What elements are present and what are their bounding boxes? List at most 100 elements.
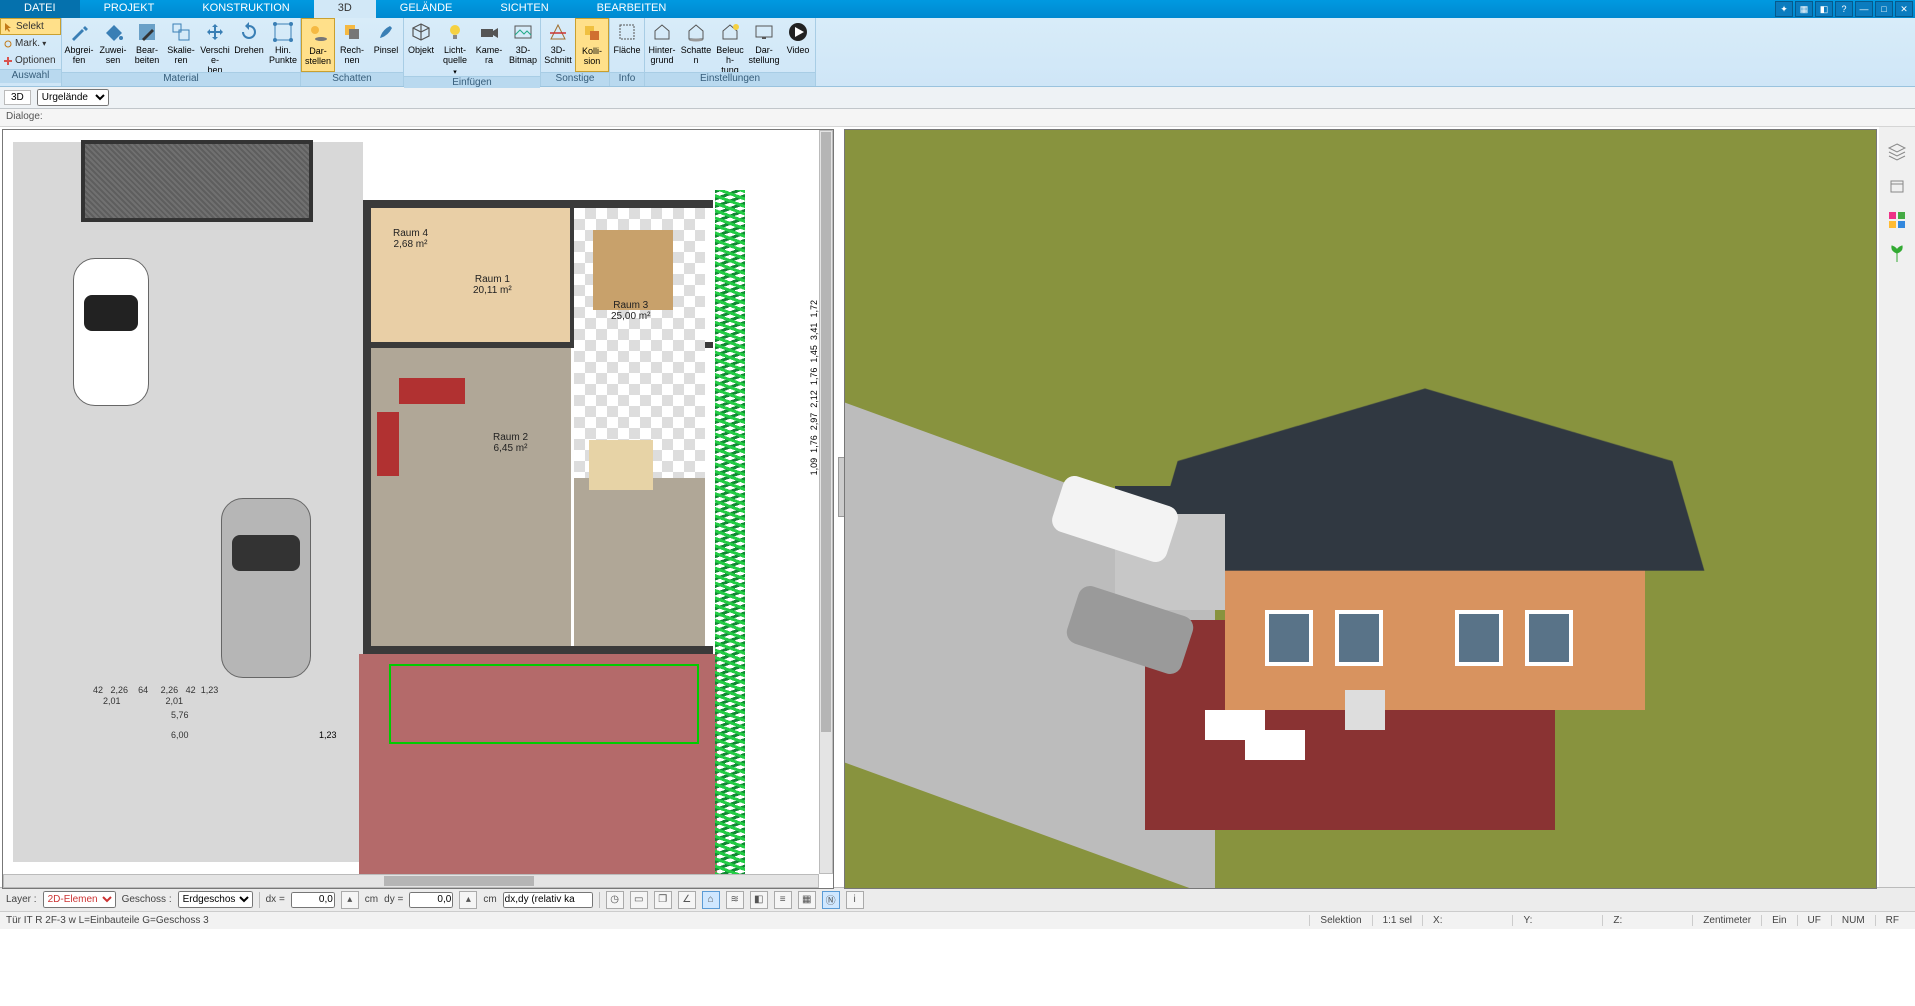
tool-angle[interactable]: ∠ xyxy=(678,891,696,909)
dx-input[interactable] xyxy=(291,892,335,908)
verschieben-label: Verschie-ben xyxy=(198,44,232,68)
objekt-button[interactable]: Objekt xyxy=(404,18,438,76)
menu-sichten[interactable]: SICHTEN xyxy=(476,0,572,18)
layers-icon[interactable] xyxy=(1886,141,1908,163)
dim-123b: 1,23 xyxy=(319,730,337,740)
h-scrollbar[interactable] xyxy=(3,874,819,888)
geschoss-select[interactable]: Erdgeschos xyxy=(178,891,253,908)
maximize-button[interactable]: □ xyxy=(1875,1,1893,17)
ribbon: Selekt Mark. Optionen Auswahl Abgrei-fen… xyxy=(0,18,1915,87)
tool-lines[interactable]: ≡ xyxy=(774,891,792,909)
floor-plan-house: Raum 42,68 m² Raum 120,11 m² Raum 325,00… xyxy=(363,150,803,870)
terrain-select[interactable]: Urgelände xyxy=(37,89,109,106)
zuweisen-button[interactable]: Zuwei-sen xyxy=(96,18,130,72)
kollision-button[interactable]: Kolli-sion xyxy=(575,18,609,72)
cm-label-2: cm xyxy=(483,894,496,905)
selekt-button[interactable]: Selekt xyxy=(0,18,61,35)
skalieren-button[interactable]: Skalie-ren xyxy=(164,18,198,72)
window-controls: ✦ ▦ ◧ ? — □ ✕ xyxy=(1775,1,1915,17)
dx-stepper[interactable]: ▴ xyxy=(341,891,359,909)
video-button[interactable]: Video xyxy=(781,18,815,72)
h-scroll-thumb[interactable] xyxy=(384,876,534,886)
abgreifen-button[interactable]: Abgrei-fen xyxy=(62,18,96,72)
section-icon xyxy=(547,21,569,43)
tool-clock[interactable]: ◷ xyxy=(606,891,624,909)
v-scroll-thumb[interactable] xyxy=(821,132,831,732)
v-scrollbar[interactable] xyxy=(819,130,833,874)
tool1-button[interactable]: ▦ xyxy=(1795,1,1813,17)
status-bar: Tür IT R 2F-3 w L=Einbauteile G=Geschoss… xyxy=(0,911,1915,929)
mark-button[interactable]: Mark. xyxy=(0,35,61,52)
tool-i[interactable]: i xyxy=(846,891,864,909)
window-2 xyxy=(1335,610,1383,666)
tool-stack[interactable]: ❐ xyxy=(654,891,672,909)
dim-600: 6,00 xyxy=(171,730,189,740)
selection-rectangle[interactable] xyxy=(389,664,699,744)
menu-datei[interactable]: DATEI xyxy=(0,0,80,18)
dy-stepper[interactable]: ▴ xyxy=(459,891,477,909)
status-y: Y: xyxy=(1512,915,1542,926)
hint-field xyxy=(503,892,593,908)
house-roof xyxy=(1146,388,1705,570)
house-3d xyxy=(1175,360,1675,720)
drehen-button[interactable]: Drehen xyxy=(232,18,266,72)
plus-icon xyxy=(3,56,13,66)
driveway-area xyxy=(13,142,363,862)
3d-schnitt-button[interactable]: 3D-Schnitt xyxy=(541,18,575,72)
sofa-2 xyxy=(377,412,399,476)
schnitt-label: 3D-Schnitt xyxy=(541,44,575,68)
room-3-label: Raum 325,00 m² xyxy=(611,300,650,322)
3d-view[interactable] xyxy=(844,129,1877,889)
tool-screen[interactable]: ▭ xyxy=(630,891,648,909)
cube-icon xyxy=(410,21,432,43)
display-icon xyxy=(753,21,775,43)
dy-input[interactable] xyxy=(409,892,453,908)
verschieben-button[interactable]: Verschie-ben xyxy=(198,18,232,72)
hintergrund-button[interactable]: Hinter-grund xyxy=(645,18,679,72)
hin-punkte-button[interactable]: Hin.Punkte xyxy=(266,18,300,72)
menu-konstruktion[interactable]: KONSTRUKTION xyxy=(178,0,313,18)
layer-select[interactable]: 2D-Elemen xyxy=(43,891,116,908)
menu-gelaende[interactable]: GELÄNDE xyxy=(376,0,477,18)
status-rf: RF xyxy=(1875,915,1909,926)
tool2-button[interactable]: ◧ xyxy=(1815,1,1833,17)
floor-plan-view[interactable]: Raum 42,68 m² Raum 120,11 m² Raum 325,00… xyxy=(2,129,834,889)
minimize-button[interactable]: — xyxy=(1855,1,1873,17)
darstellung-label: Dar-stellung xyxy=(747,44,781,68)
licht-button[interactable]: Licht-quelle▾ xyxy=(438,18,472,76)
close-button[interactable]: ✕ xyxy=(1895,1,1913,17)
darstellen-button[interactable]: Dar-stellen xyxy=(301,18,335,72)
style-button[interactable]: ✦ xyxy=(1775,1,1793,17)
pinsel-button[interactable]: Pinsel xyxy=(369,18,403,72)
marker-icon xyxy=(3,39,13,49)
menu-bearbeiten[interactable]: BEARBEITEN xyxy=(573,0,691,18)
bearbeiten-button[interactable]: Bear-beiten xyxy=(130,18,164,72)
help-button[interactable]: ? xyxy=(1835,1,1853,17)
flaeche-button[interactable]: Fläche xyxy=(610,18,644,72)
rechnen-button[interactable]: Rech-nen xyxy=(335,18,369,72)
eyedropper-icon xyxy=(68,21,90,43)
view-tab-3d[interactable]: 3D xyxy=(4,90,31,105)
tool-grid[interactable]: ▦ xyxy=(798,891,816,909)
tool-snap[interactable]: ⌂ xyxy=(702,891,720,909)
optionen-button[interactable]: Optionen xyxy=(0,52,61,69)
auswahl-group-label: Auswahl xyxy=(0,69,61,83)
menu-3d[interactable]: 3D xyxy=(314,0,376,18)
tool-n[interactable]: Ⓝ xyxy=(822,891,840,909)
furniture-icon[interactable] xyxy=(1886,175,1908,197)
plants-icon[interactable] xyxy=(1886,243,1908,265)
bottom-toolbar: Layer : 2D-Elemen Geschoss : Erdgeschos … xyxy=(0,887,1915,911)
bearbeiten-label: Bear-beiten xyxy=(130,44,164,68)
3d-bitmap-button[interactable]: 3D-Bitmap xyxy=(506,18,540,76)
darstellung-button[interactable]: Dar-stellung xyxy=(747,18,781,72)
rechnen-label: Rech-nen xyxy=(335,44,369,68)
menu-projekt[interactable]: PROJEKT xyxy=(80,0,179,18)
materials-icon[interactable] xyxy=(1886,209,1908,231)
zuweisen-label: Zuwei-sen xyxy=(96,44,130,68)
tool-layers[interactable]: ≋ xyxy=(726,891,744,909)
view-select-bar: 3D Urgelände xyxy=(0,87,1915,109)
tool-cube[interactable]: ◧ xyxy=(750,891,768,909)
kamera-button[interactable]: Kame-ra xyxy=(472,18,506,76)
schatten-settings-button[interactable]: Schatten xyxy=(679,18,713,72)
beleuchtung-button[interactable]: Beleuch-tung xyxy=(713,18,747,72)
